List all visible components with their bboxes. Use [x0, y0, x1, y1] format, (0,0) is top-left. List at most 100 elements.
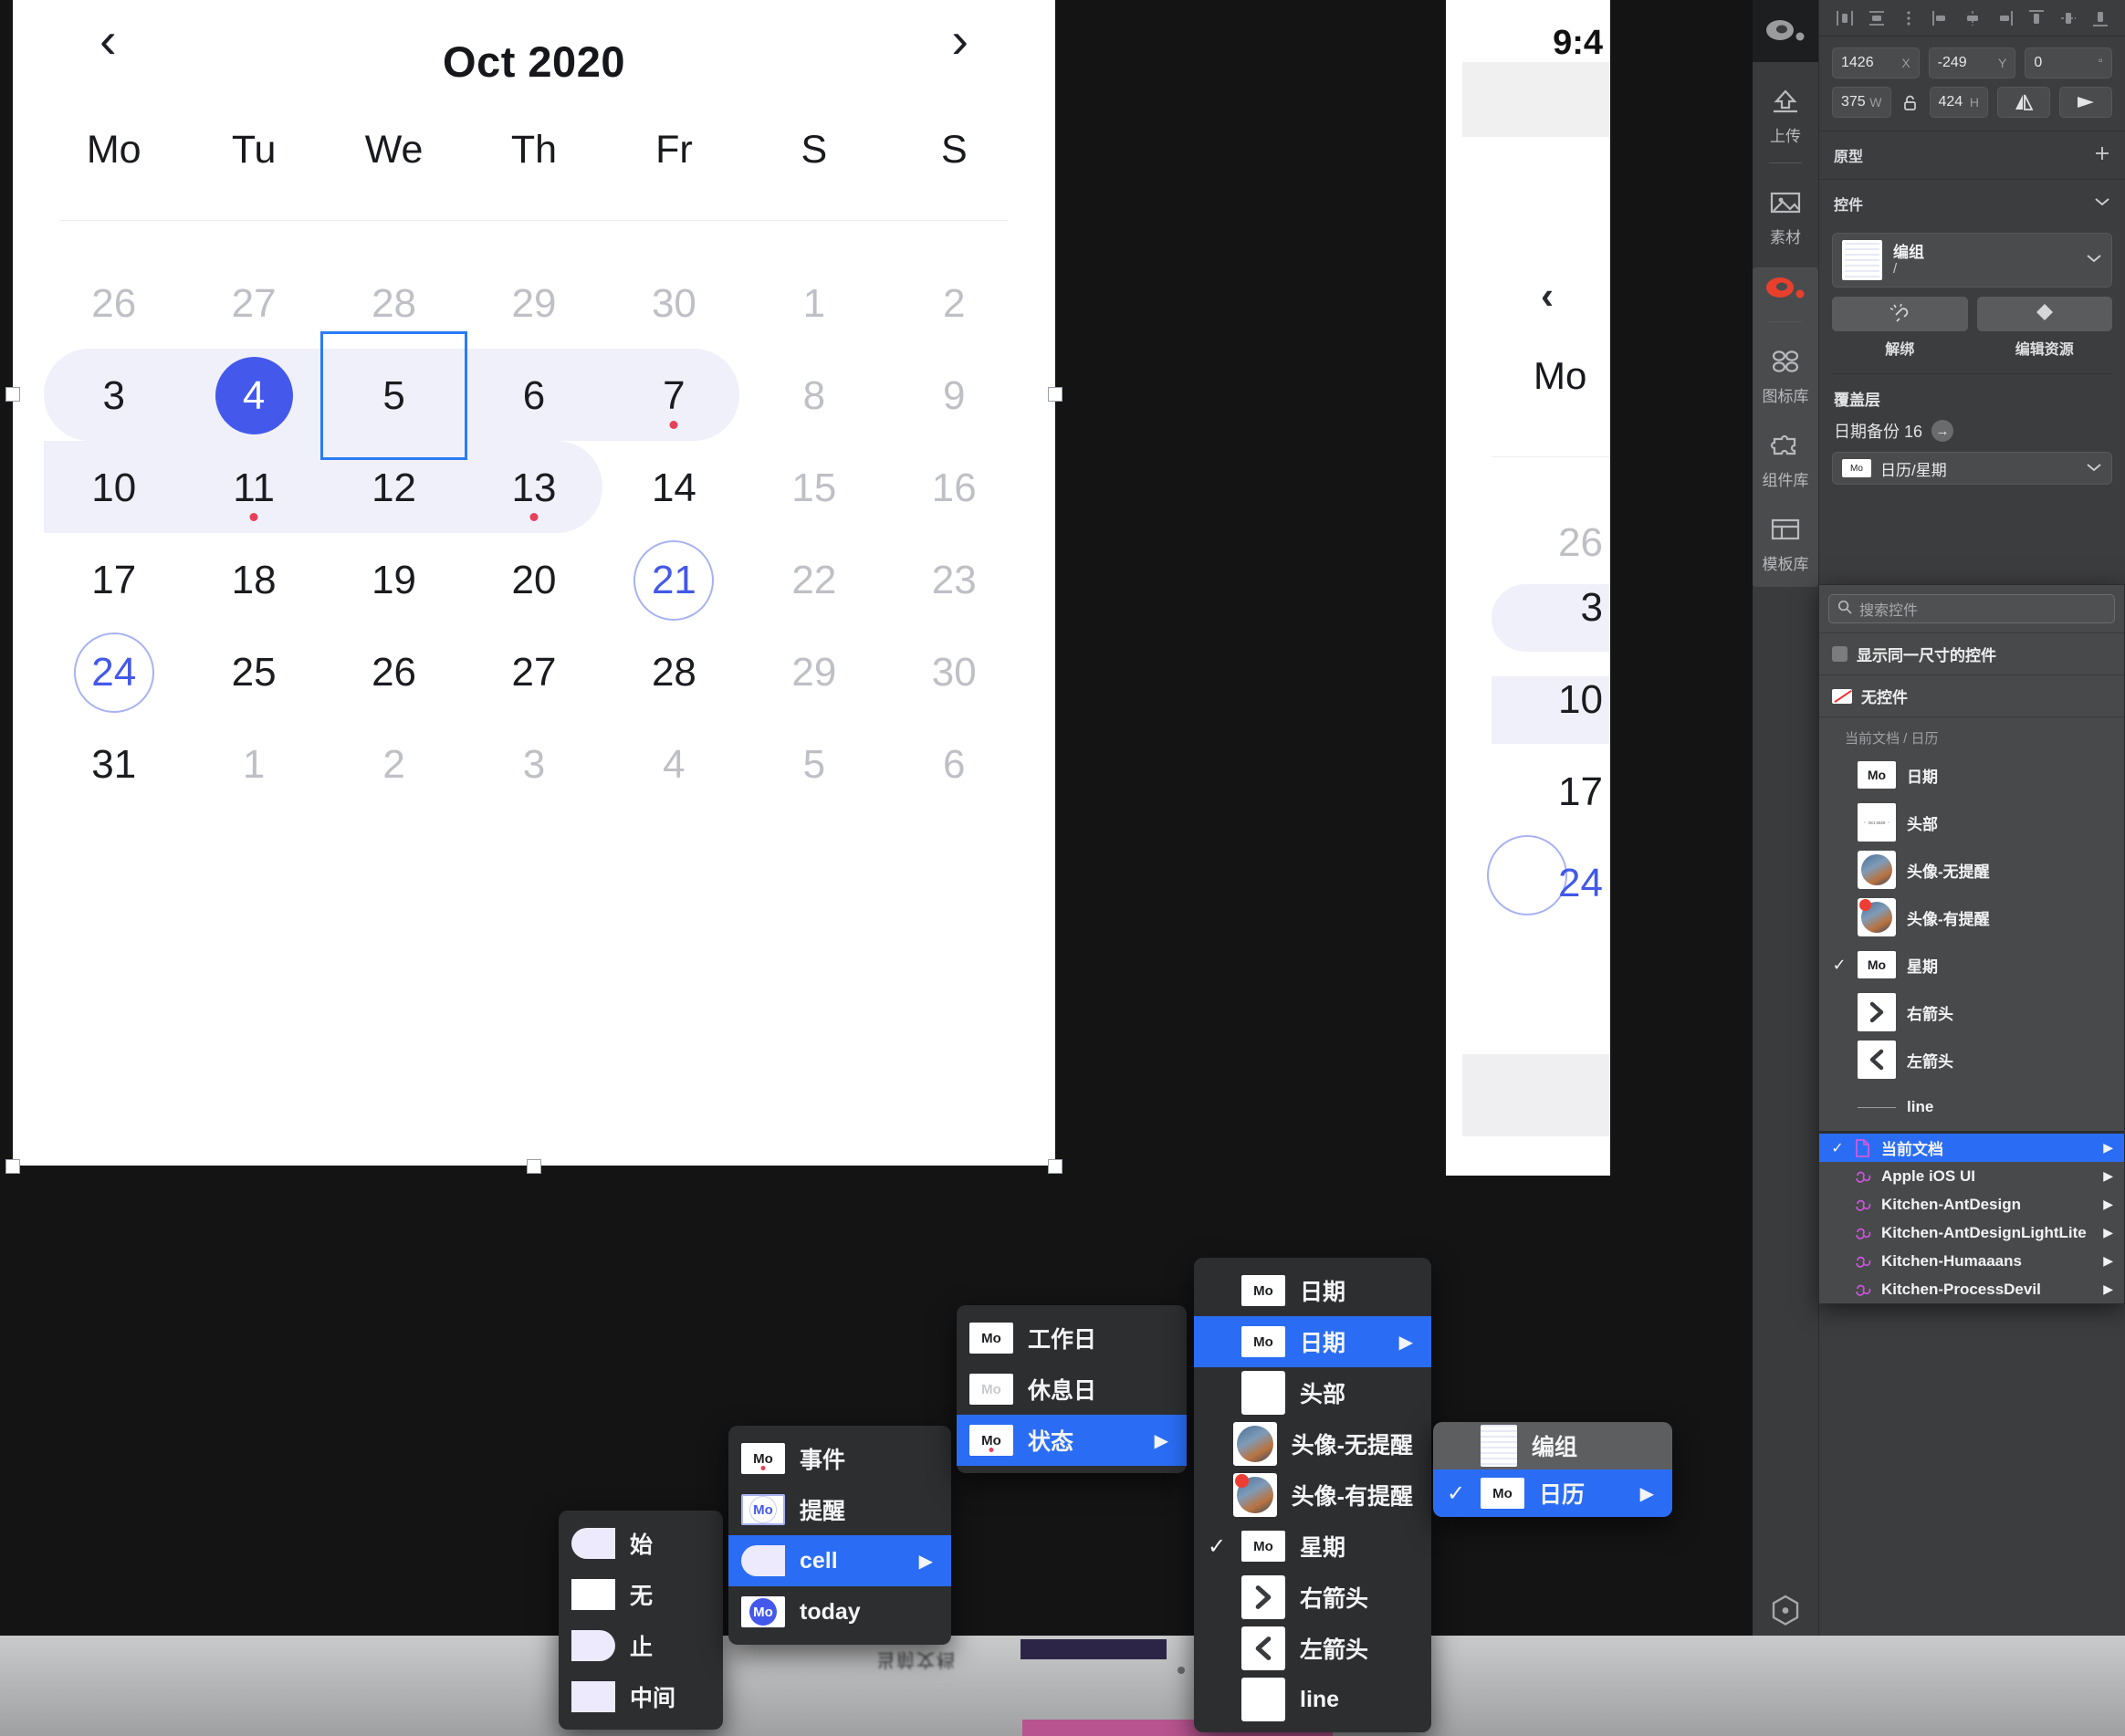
calendar-day-cell[interactable]: 29	[464, 257, 603, 350]
align-center-horizontal-icon[interactable]	[1867, 8, 1887, 28]
menu-item-date-selected[interactable]: Mo 日期 ▶	[1194, 1316, 1431, 1367]
cell-context-menu[interactable]: Mo 事件 Mo 提醒 cell ▶ Mo today	[728, 1426, 951, 1645]
list-item[interactable]: Oct 2020 头部	[1819, 799, 2124, 846]
calendar-day-cell[interactable]: 1	[183, 718, 323, 810]
selection-box[interactable]	[319, 331, 468, 460]
calendar-day-cell[interactable]: 3	[464, 718, 603, 810]
calendar-day-cell[interactable]: 29	[744, 626, 884, 718]
menu-item[interactable]: 头部	[1194, 1367, 1431, 1418]
checkbox-icon[interactable]	[1832, 646, 1848, 662]
calendar-day-cell[interactable]: 30	[885, 626, 1024, 718]
list-item[interactable]: 头像-无提醒	[1819, 846, 2124, 894]
calendar-day-cell[interactable]: 6	[464, 350, 603, 442]
menu-item[interactable]: 左箭头	[1194, 1623, 1431, 1674]
list-item[interactable]: 左箭头	[1819, 1036, 2124, 1083]
resize-handle-mr[interactable]	[1048, 387, 1062, 402]
distribute-vertical-icon[interactable]	[1899, 8, 1919, 28]
calendar-day-cell[interactable]: 28	[604, 626, 744, 718]
day-type-context-menu[interactable]: Mo 工作日 Mo 休息日 Mo 状态 ▶	[957, 1305, 1187, 1473]
menu-item[interactable]: Mo 工作日	[957, 1312, 1187, 1364]
prototype-section[interactable]: 原型	[1819, 131, 2125, 179]
align-middle-icon[interactable]	[2058, 8, 2078, 28]
calendar-day-cell[interactable]: 15	[744, 442, 884, 534]
calendar-day-cell[interactable]: 27	[464, 626, 603, 718]
calendar-day-cell[interactable]: 2	[324, 718, 464, 810]
tool-rail[interactable]: 上传 素材 图标库 组件库 模板库	[1753, 0, 1818, 1736]
resize-handle-bm[interactable]	[527, 1159, 541, 1174]
menu-item[interactable]: Mo 休息日	[957, 1364, 1187, 1415]
calendar-day-cell[interactable]: 3	[44, 350, 183, 442]
calendar-day-cell[interactable]: 1	[744, 257, 884, 350]
calendar-day-cell[interactable]: 7	[604, 350, 744, 442]
calendar-day-cell[interactable]: 22	[744, 534, 884, 626]
calendar-day-cell[interactable]: 17	[44, 534, 183, 626]
calendar-day-cell[interactable]: 31	[44, 718, 183, 810]
menu-item[interactable]: ✓ Mo 星期	[1194, 1521, 1431, 1572]
y-field[interactable]: -249 Y	[1928, 47, 2016, 78]
component-section[interactable]: 控件	[1819, 179, 2125, 227]
component-search-popover[interactable]: 搜索控件 显示同一尺寸的控件 无控件 当前文档 / 日历 Mo 日期 Oct 2…	[1818, 584, 2125, 1304]
list-item[interactable]: Mo 日期	[1819, 751, 2124, 799]
mockplus-logo-icon[interactable]	[1753, 0, 1818, 62]
align-top-icon[interactable]	[2026, 8, 2046, 28]
plus-icon[interactable]	[2094, 145, 2110, 166]
edit-resource-button[interactable]	[1976, 297, 2112, 331]
menu-item[interactable]: 头像-有提醒	[1194, 1469, 1431, 1521]
align-bottom-icon[interactable]	[2090, 8, 2110, 28]
chevron-left-icon[interactable]: ‹	[1541, 274, 1554, 318]
overlay-select[interactable]: Mo 日历/星期	[1832, 452, 2112, 485]
calendar-day-cell[interactable]: 26	[324, 626, 464, 718]
calendar-day-cell[interactable]: 5	[744, 718, 884, 810]
chevron-down-icon[interactable]	[2086, 252, 2102, 268]
size-row[interactable]: 375 W 424 H	[1819, 78, 2125, 118]
height-field[interactable]: 424 H	[1929, 87, 1988, 118]
calendar-day-cell[interactable]: 13	[464, 442, 603, 534]
menu-item[interactable]: Mo 事件	[728, 1433, 951, 1484]
component-card[interactable]: 编组 /	[1832, 233, 2112, 288]
menu-item[interactable]: 始	[559, 1518, 723, 1569]
same-size-toggle-row[interactable]: 显示同一尺寸的控件	[1819, 633, 2124, 675]
calendar-day-cell[interactable]: 4	[604, 718, 744, 810]
list-item[interactable]: Kitchen-AntDesignLightLite ▶	[1819, 1218, 2124, 1247]
calendar-day-cell[interactable]: 30	[604, 257, 744, 350]
menu-item[interactable]: 右箭头	[1194, 1572, 1431, 1623]
group-context-menu[interactable]: 编组 ✓ Mo 日历 ▶	[1433, 1422, 1672, 1517]
calendar-day-cell[interactable]: 8	[744, 350, 884, 442]
menu-item[interactable]: line	[1194, 1674, 1431, 1725]
sidebar-item-upload[interactable]: 上传	[1753, 89, 1818, 146]
rail-active-group[interactable]: 图标库 组件库 模板库	[1753, 267, 1818, 587]
menu-item-cell[interactable]: cell ▶	[728, 1535, 951, 1586]
menu-item-group[interactable]: 编组	[1433, 1422, 1672, 1469]
calendar-day-cell[interactable]: 24	[44, 626, 183, 718]
menu-item[interactable]: 止	[559, 1620, 723, 1671]
calendar-day-cell[interactable]: 18	[183, 534, 323, 626]
document-list[interactable]: ✓ 当前文档 ▶ Apple iOS UI ▶ Kitchen-AntDesig…	[1819, 1131, 2124, 1303]
resize-handle-ml[interactable]	[5, 387, 20, 402]
menu-item[interactable]: 头像-无提醒	[1194, 1418, 1431, 1469]
position-row[interactable]: 1426 X -249 Y 0 °	[1819, 37, 2125, 78]
sidebar-item-mockplus[interactable]	[1753, 277, 1818, 305]
sidebar-item-template-library[interactable]: 模板库	[1753, 518, 1818, 574]
align-center-icon[interactable]	[1963, 8, 1983, 28]
list-item[interactable]: Kitchen-Humaaans ▶	[1819, 1247, 2124, 1275]
phone-preview[interactable]: 9:4 ‹ Mo 26 3 10 17 24	[1446, 0, 1610, 1176]
calendar-day-cell[interactable]: 23	[885, 534, 1024, 626]
menu-item[interactable]: Mo 提醒	[728, 1484, 951, 1535]
calendar-day-cell[interactable]: 9	[885, 350, 1024, 442]
chevron-right-icon[interactable]: ›	[951, 15, 968, 66]
calendar-day-cell[interactable]: 2	[885, 257, 1024, 350]
no-component-row[interactable]: 无控件	[1819, 675, 2124, 716]
calendar-grid[interactable]: 26 27 28 29 30 1 2 3 4 5 6 7 8 9 10 11 12 13 14 15 16 17 18 19 2…	[13, 221, 1055, 810]
chevron-down-icon[interactable]	[2086, 459, 2102, 477]
align-left-icon[interactable]	[1835, 8, 1855, 28]
date-context-menu[interactable]: Mo 日期 Mo 日期 ▶ 头部 头像-无提醒 头像-有提醒 ✓ Mo 星期 右…	[1194, 1258, 1431, 1732]
calendar-day-cell[interactable]: 4	[183, 350, 323, 442]
calendar-day-cell[interactable]: 21	[604, 534, 744, 626]
arrow-right-icon[interactable]: →	[1931, 420, 1954, 442]
list-item-current-document[interactable]: ✓ 当前文档 ▶	[1819, 1134, 2124, 1162]
list-item[interactable]: Apple iOS UI ▶	[1819, 1162, 2124, 1190]
calendar-day-cell[interactable]: 25	[183, 626, 323, 718]
resize-handle-bl[interactable]	[5, 1159, 20, 1174]
calendar-day-cell[interactable]: 14	[604, 442, 744, 534]
rotation-field[interactable]: 0 °	[2025, 47, 2113, 78]
